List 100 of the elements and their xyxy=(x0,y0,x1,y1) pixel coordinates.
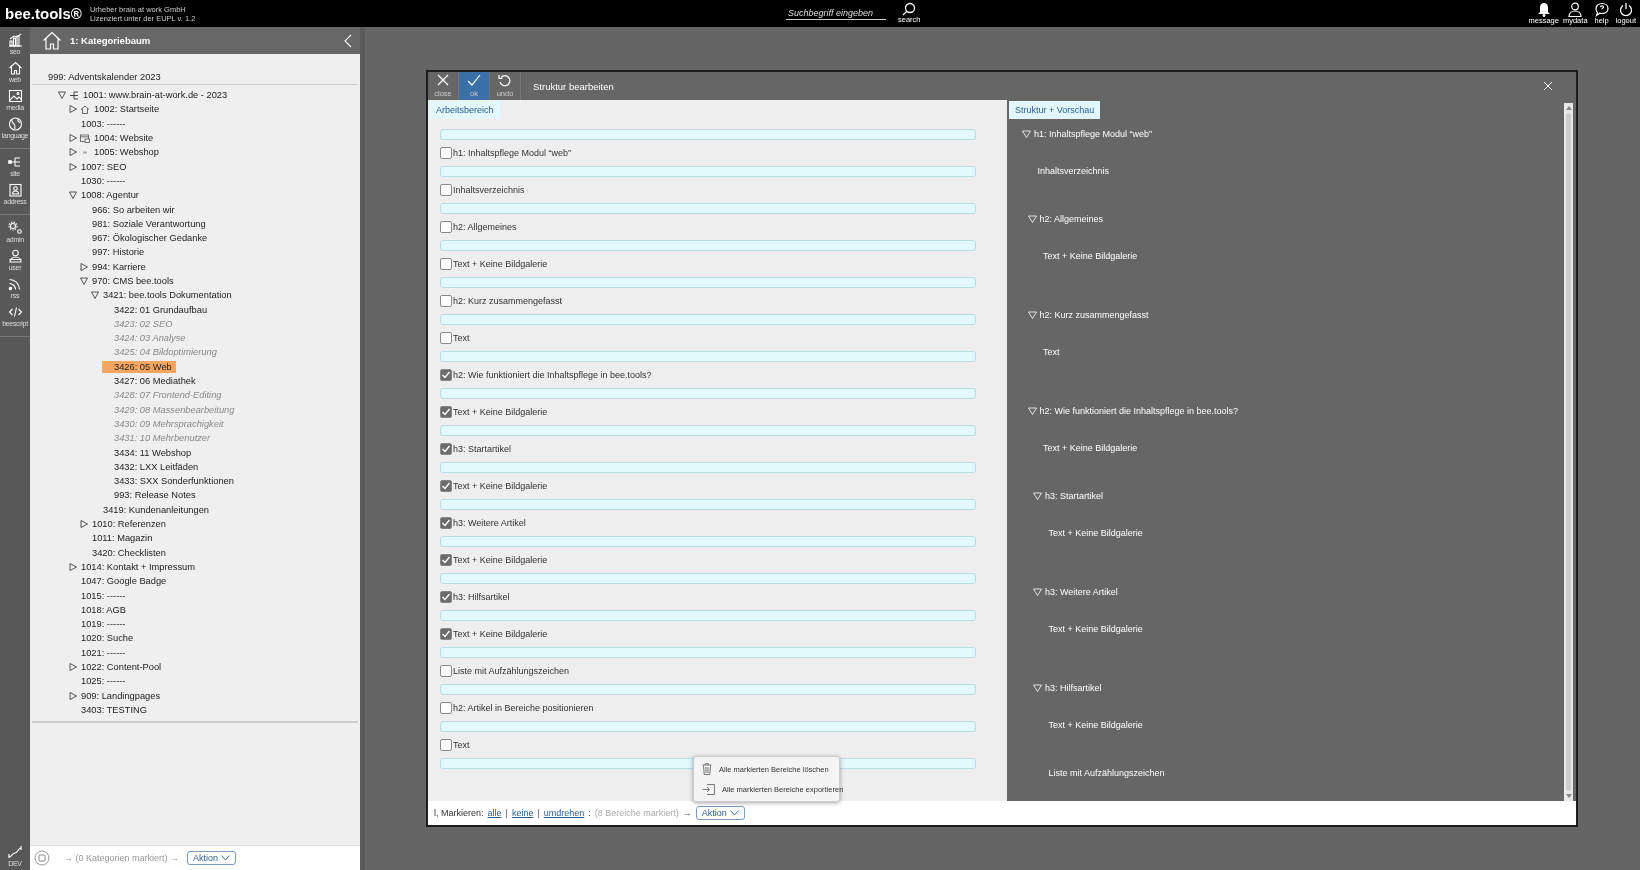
tree-item[interactable]: 1020: Suche xyxy=(80,632,135,645)
checkbox[interactable] xyxy=(440,591,452,603)
checkbox[interactable] xyxy=(440,554,452,566)
tree-item[interactable]: 1018: AGB xyxy=(80,603,127,616)
tree-item[interactable]: 1003: ------ xyxy=(80,117,127,130)
tree-item[interactable]: 1025: ------ xyxy=(80,675,127,688)
panel-tab[interactable]: Arbeitsbereich xyxy=(430,101,500,119)
action-dropdown[interactable]: Aktion xyxy=(187,851,237,865)
tree-item[interactable]: 1007: SEO xyxy=(80,160,128,173)
structure-item: Text + Keine Bildgalerie xyxy=(1043,251,1138,261)
checkbox[interactable] xyxy=(440,369,452,381)
expand-toggle[interactable] xyxy=(69,191,77,200)
structure-item: Text + Keine Bildgalerie xyxy=(1048,624,1143,634)
tree-item[interactable]: 1021: ------ xyxy=(80,646,127,659)
search-field[interactable]: Suchbegriff eingeben xyxy=(786,6,886,20)
expand-toggle[interactable] xyxy=(80,520,88,529)
close-icon[interactable] xyxy=(1543,81,1553,91)
tree-item[interactable]: 3432: LXX Leitfäden xyxy=(113,460,200,473)
check-icon xyxy=(467,74,481,87)
tree-item[interactable]: 1015: ------ xyxy=(80,589,127,602)
separator-text: | xyxy=(537,808,540,818)
tree-item[interactable]: 967: Ökologischer Gedanke xyxy=(91,232,209,245)
tree-item[interactable]: 981: Soziale Verantwortung xyxy=(91,217,207,230)
tree-item[interactable]: 1005: Webshop xyxy=(93,146,160,159)
checkbox[interactable] xyxy=(440,628,452,640)
tree-item[interactable]: 993: Release Notes xyxy=(113,489,197,502)
checkbox[interactable] xyxy=(440,184,452,196)
checkbox[interactable] xyxy=(440,258,452,270)
block-label: h2: Allgemeines xyxy=(453,222,517,232)
expand-toggle[interactable] xyxy=(91,291,99,300)
panel-tab[interactable]: Struktur + Vorschau xyxy=(1009,101,1101,119)
tree-item[interactable]: 1022: Content-Pool xyxy=(80,661,163,673)
checkbox[interactable] xyxy=(440,332,452,344)
search-icon xyxy=(902,2,917,16)
block-label: Text + Keine Bildgalerie xyxy=(453,259,548,269)
scroll-down-icon[interactable] xyxy=(1565,794,1572,798)
tree-item[interactable]: 3421: bee.tools Dokumentation xyxy=(102,289,233,302)
expand-toggle[interactable] xyxy=(69,162,77,171)
tree-item[interactable]: 3426: 05 Web xyxy=(102,360,176,373)
tree-item[interactable]: 3422: 01 Grundaufbau xyxy=(113,303,209,316)
scrollbar[interactable] xyxy=(1564,103,1573,801)
tree-item[interactable]: 3419: Kundenanleitungen xyxy=(102,503,210,516)
tree-item[interactable]: 1001: www.brain-at-work.de - 2023 xyxy=(82,89,229,102)
checkbox[interactable] xyxy=(440,739,452,751)
action-dropdown[interactable]: Aktion xyxy=(695,806,745,820)
window-icon xyxy=(80,133,90,143)
scroll-up-icon[interactable] xyxy=(1565,106,1572,110)
tree-item[interactable]: 966: So arbeiten wir xyxy=(91,203,176,216)
tree-item[interactable]: 994: Karriere xyxy=(91,260,147,273)
power-icon xyxy=(1617,2,1634,17)
checkbox[interactable] xyxy=(440,665,452,677)
select-link[interactable]: keine xyxy=(511,808,534,818)
tree-item[interactable]: 1008: Agentur xyxy=(80,189,140,202)
tree-item[interactable]: 1002: Startseite xyxy=(93,103,161,116)
tree-item[interactable]: 997: Historie xyxy=(91,246,146,259)
expand-toggle[interactable] xyxy=(69,105,77,114)
structure-item: Text xyxy=(1043,347,1060,357)
checkbox[interactable] xyxy=(440,517,452,529)
select-link[interactable]: alle xyxy=(487,808,502,818)
select-link[interactable]: umdrehen xyxy=(543,808,585,818)
tree-item[interactable]: 3433: SXX Sonderfunktionen xyxy=(113,475,235,488)
tree-item[interactable]: 3427: 06 Mediathek xyxy=(113,375,197,388)
tree-item[interactable]: 1047: Google Badge xyxy=(80,575,168,588)
scrollbar-thumb[interactable] xyxy=(1566,113,1571,791)
tree-item[interactable]: 3420: Checklisten xyxy=(91,546,167,559)
user-icon xyxy=(7,249,23,263)
expand-toggle[interactable] xyxy=(69,691,77,700)
expand-toggle[interactable] xyxy=(80,277,88,285)
caret-icon xyxy=(729,810,739,816)
tree-item[interactable]: 1004: Website xyxy=(93,132,155,145)
sitemap-icon xyxy=(69,90,79,100)
tree-item[interactable]: 1019: ------ xyxy=(80,618,127,631)
checkbox[interactable] xyxy=(440,480,452,492)
selection-count: → (0 Kategorien markiert) → xyxy=(64,853,180,863)
gears-icon xyxy=(7,221,23,235)
collapse-chevron-icon[interactable] xyxy=(344,33,352,48)
checkbox[interactable] xyxy=(440,295,452,307)
expand-toggle[interactable] xyxy=(58,91,66,100)
expand-toggle[interactable] xyxy=(69,134,77,143)
checkbox[interactable] xyxy=(440,406,452,418)
block-label: Text xyxy=(453,740,470,750)
expand-toggle[interactable] xyxy=(69,663,77,671)
expand-toggle[interactable] xyxy=(69,148,77,157)
tree-item[interactable]: 1010: Referenzen xyxy=(91,518,167,531)
checkbox[interactable] xyxy=(440,443,452,455)
expand-toggle[interactable] xyxy=(69,562,77,571)
tree-item[interactable]: 909: Landingpages xyxy=(80,689,162,702)
checkbox[interactable] xyxy=(440,221,452,233)
tree-item[interactable]: 970: CMS bee.tools xyxy=(91,275,175,287)
tree-item[interactable]: 3434: 11 Webshop xyxy=(113,446,193,459)
tree-item[interactable]: 1011: Magazin xyxy=(91,532,154,545)
separator-text: : xyxy=(588,808,591,818)
checkbox[interactable] xyxy=(440,147,452,159)
tree-item[interactable]: 3403: TESTING xyxy=(80,703,148,716)
expand-toggle[interactable] xyxy=(80,262,88,271)
tree-item[interactable]: 1030: ------ xyxy=(80,174,127,187)
checkbox[interactable] xyxy=(440,702,452,714)
tree-item[interactable]: 1014: Kontakt + Impressum xyxy=(80,560,196,573)
tree-item[interactable]: 999: Adventskalender 2023 xyxy=(47,72,162,82)
select-all-toggle[interactable] xyxy=(34,850,50,866)
